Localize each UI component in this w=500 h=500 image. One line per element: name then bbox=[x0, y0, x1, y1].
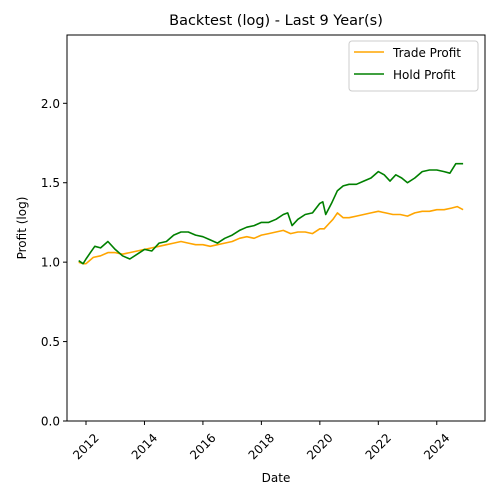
legend-label-hold-profit: Hold Profit bbox=[393, 68, 456, 82]
y-axis-label: Profit (log) bbox=[15, 197, 29, 260]
y-tick-label: 1.5 bbox=[41, 176, 60, 190]
y-tick-label: 0.0 bbox=[41, 415, 60, 429]
y-tick-label: 1.0 bbox=[41, 256, 60, 270]
y-tick-label: 0.5 bbox=[41, 335, 60, 349]
chart-title: Backtest (log) - Last 9 Year(s) bbox=[169, 13, 383, 29]
x-axis-label: Date bbox=[262, 471, 291, 485]
legend: Trade Profit Hold Profit bbox=[348, 40, 479, 92]
backtest-chart: Backtest (log) - Last 9 Year(s) 2012 2014… bbox=[0, 0, 500, 500]
legend-label-trade-profit: Trade Profit bbox=[392, 46, 461, 60]
y-tick-label: 2.0 bbox=[41, 97, 60, 111]
